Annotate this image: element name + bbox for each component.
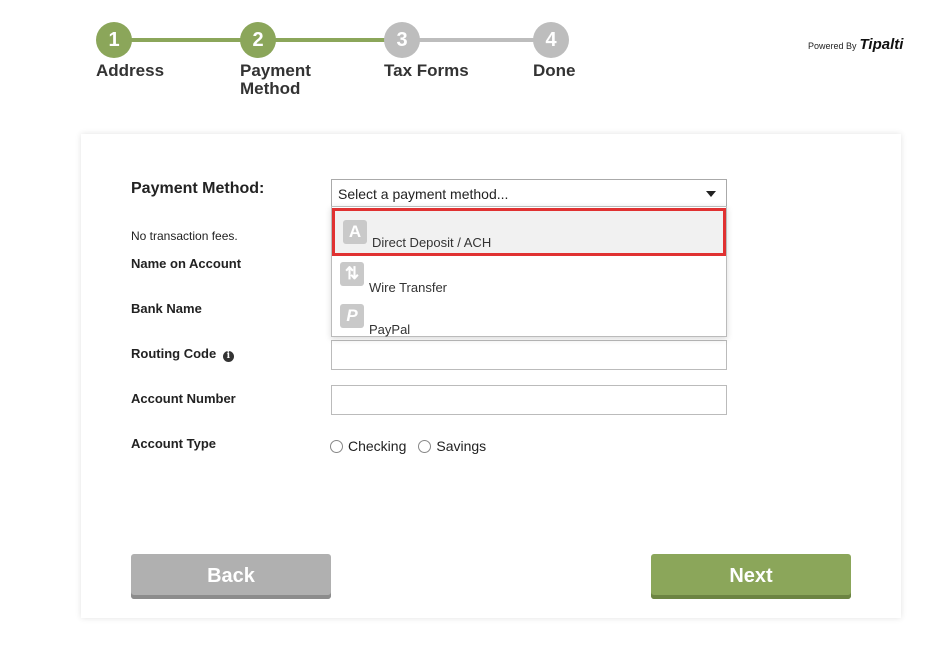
step-2-label: Payment Method bbox=[240, 61, 311, 98]
powered-by-logo: Powered By Tipalti bbox=[808, 36, 903, 53]
account-number-input[interactable] bbox=[331, 385, 727, 415]
paypal-icon: P bbox=[340, 304, 364, 328]
step-4-circle: 4 bbox=[533, 22, 569, 58]
powered-by-text: Powered By bbox=[808, 41, 857, 51]
name-on-account-label: Name on Account bbox=[131, 256, 242, 271]
fee-note: No transaction fees. bbox=[131, 229, 238, 243]
savings-label: Savings bbox=[436, 438, 487, 454]
payment-form-card: Payment Method: Select a payment method.… bbox=[81, 134, 901, 618]
option-label: Wire Transfer bbox=[369, 280, 448, 295]
savings-radio[interactable] bbox=[418, 439, 432, 453]
step-connector-1 bbox=[130, 38, 244, 42]
step-1-label: Address bbox=[96, 61, 165, 80]
step-connector-3 bbox=[418, 38, 536, 42]
step-3-label: Tax Forms bbox=[384, 61, 469, 80]
account-type-checking[interactable]: Checking bbox=[330, 438, 406, 454]
payment-method-label: Payment Method: bbox=[131, 180, 265, 197]
option-label: PayPal bbox=[369, 322, 411, 337]
tipalti-logo: Tipalti bbox=[859, 36, 904, 53]
option-label: Direct Deposit / ACH bbox=[372, 235, 492, 250]
routing-code-label: Routing Code i bbox=[131, 346, 234, 362]
checking-radio[interactable] bbox=[330, 439, 343, 453]
account-type-savings[interactable]: Savings bbox=[418, 438, 486, 454]
payment-method-select-value: Select a payment method... bbox=[338, 186, 509, 202]
ach-icon: A bbox=[343, 220, 367, 244]
option-paypal[interactable]: P PayPal bbox=[332, 299, 726, 341]
next-button[interactable]: Next bbox=[651, 554, 851, 599]
step-1-circle: 1 bbox=[96, 22, 132, 58]
page: 1 2 3 4 Address Payment Method Tax Forms… bbox=[0, 0, 938, 653]
checking-label: Checking bbox=[348, 438, 407, 454]
payment-method-select[interactable]: Select a payment method... bbox=[331, 179, 727, 207]
account-number-label: Account Number bbox=[131, 391, 236, 406]
bank-name-label: Bank Name bbox=[131, 301, 202, 316]
back-button[interactable]: Back bbox=[131, 554, 331, 599]
routing-code-input[interactable] bbox=[331, 340, 727, 370]
step-3-circle: 3 bbox=[384, 22, 420, 58]
account-type-label: Account Type bbox=[131, 436, 216, 451]
routing-code-label-text: Routing Code bbox=[131, 346, 217, 361]
step-2-circle: 2 bbox=[240, 22, 276, 58]
info-icon[interactable]: i bbox=[222, 351, 234, 362]
wire-transfer-icon: ⇅ bbox=[340, 262, 364, 286]
option-direct-deposit-ach[interactable]: A Direct Deposit / ACH bbox=[332, 208, 726, 256]
step-connector-2 bbox=[274, 38, 388, 42]
option-wire-transfer[interactable]: ⇅ Wire Transfer bbox=[332, 257, 726, 299]
account-type-radio-group: Checking Savings bbox=[330, 438, 498, 454]
dropdown-arrow-icon bbox=[706, 191, 716, 197]
payment-method-dropdown: A Direct Deposit / ACH ⇅ Wire Transfer P… bbox=[331, 206, 727, 337]
progress-stepper: 1 2 3 4 Address Payment Method Tax Forms… bbox=[0, 0, 938, 110]
step-4-label: Done bbox=[533, 61, 576, 80]
